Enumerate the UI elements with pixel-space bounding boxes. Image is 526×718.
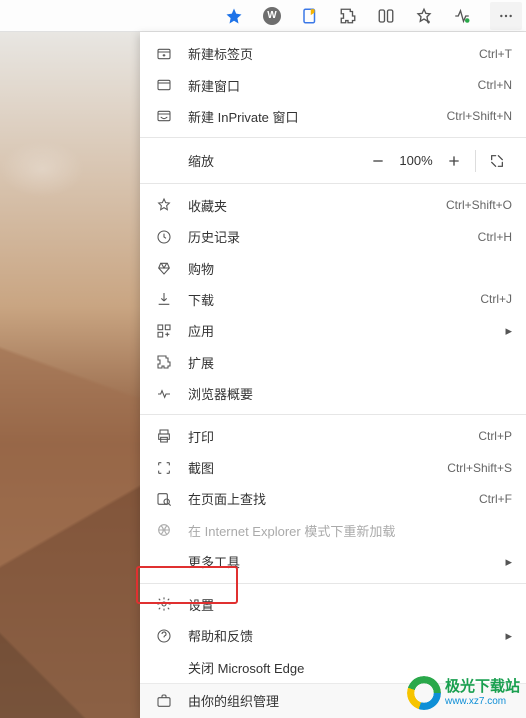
find-icon bbox=[154, 489, 174, 509]
split-screen-icon[interactable] bbox=[376, 6, 396, 26]
menu-label: 新建标签页 bbox=[188, 44, 479, 63]
menu-print[interactable]: 打印 Ctrl+P bbox=[140, 420, 526, 451]
history-icon bbox=[154, 227, 174, 247]
favorites-star-icon[interactable] bbox=[414, 6, 434, 26]
zoom-in-button[interactable] bbox=[439, 146, 469, 176]
menu-ie-mode: 在 Internet Explorer 模式下重新加载 bbox=[140, 515, 526, 546]
menu-shortcut: Ctrl+Shift+N bbox=[447, 109, 512, 123]
chevron-right-icon: ▸ bbox=[505, 554, 512, 570]
heartbeat-icon bbox=[154, 384, 174, 404]
menu-shopping[interactable]: 购物 bbox=[140, 252, 526, 283]
menu-label: 截图 bbox=[188, 458, 447, 477]
ie-icon bbox=[154, 520, 174, 540]
separator bbox=[140, 137, 526, 138]
menu-label: 在页面上查找 bbox=[188, 489, 479, 508]
menu-shortcut: Ctrl+F bbox=[479, 492, 512, 506]
menu-label: 购物 bbox=[188, 259, 512, 278]
menu-more-tools[interactable]: 更多工具 ▸ bbox=[140, 546, 526, 577]
wallet-icon[interactable]: W bbox=[262, 6, 282, 26]
menu-label: 浏览器概要 bbox=[188, 384, 512, 403]
screenshot-icon bbox=[154, 458, 174, 478]
menu-history[interactable]: 历史记录 Ctrl+H bbox=[140, 221, 526, 252]
inprivate-icon bbox=[154, 106, 174, 126]
star-icon[interactable] bbox=[224, 6, 244, 26]
downloads-icon bbox=[154, 289, 174, 309]
shopping-icon bbox=[154, 258, 174, 278]
menu-label: 设置 bbox=[188, 595, 512, 614]
menu-label: 扩展 bbox=[188, 353, 512, 372]
menu-close-edge[interactable]: 关闭 Microsoft Edge bbox=[140, 651, 526, 682]
separator bbox=[140, 583, 526, 584]
menu-shortcut: Ctrl+Shift+O bbox=[446, 198, 512, 212]
menu-label: 新建 InPrivate 窗口 bbox=[188, 107, 447, 126]
blank-icon bbox=[154, 657, 174, 677]
blank-icon bbox=[154, 552, 174, 572]
menu-label: 更多工具 bbox=[188, 552, 497, 571]
separator bbox=[140, 183, 526, 184]
menu-zoom: 缩放 100% bbox=[140, 143, 526, 178]
menu-shortcut: Ctrl+P bbox=[478, 429, 512, 443]
more-button[interactable] bbox=[490, 2, 522, 30]
separator bbox=[140, 414, 526, 415]
menu-label: 由你的组织管理 bbox=[188, 691, 512, 710]
menu-help[interactable]: 帮助和反馈 ▸ bbox=[140, 620, 526, 651]
browser-toolbar: W bbox=[0, 0, 526, 32]
menu-extensions[interactable]: 扩展 bbox=[140, 347, 526, 378]
extensions-icon[interactable] bbox=[338, 6, 358, 26]
menu-browser-essentials[interactable]: 浏览器概要 bbox=[140, 378, 526, 409]
menu-shortcut: Ctrl+J bbox=[480, 292, 512, 306]
menu-shortcut: Ctrl+N bbox=[478, 78, 512, 92]
divider bbox=[475, 150, 476, 172]
menu-downloads[interactable]: 下载 Ctrl+J bbox=[140, 284, 526, 315]
menu-apps[interactable]: 应用 ▸ bbox=[140, 315, 526, 346]
favorites-icon bbox=[154, 195, 174, 215]
chevron-right-icon: ▸ bbox=[505, 628, 512, 644]
menu-settings[interactable]: 设置 bbox=[140, 589, 526, 620]
menu-label: 新建窗口 bbox=[188, 76, 478, 95]
print-icon bbox=[154, 426, 174, 446]
menu-label: 收藏夹 bbox=[188, 196, 446, 215]
menu-new-window[interactable]: 新建窗口 Ctrl+N bbox=[140, 69, 526, 100]
menu-label: 应用 bbox=[188, 321, 497, 340]
help-icon bbox=[154, 626, 174, 646]
content-background bbox=[0, 32, 140, 718]
apps-icon bbox=[154, 321, 174, 341]
new-window-icon bbox=[154, 75, 174, 95]
collections-icon[interactable] bbox=[300, 6, 320, 26]
menu-label: 帮助和反馈 bbox=[188, 626, 497, 645]
zoom-value: 100% bbox=[393, 153, 439, 168]
briefcase-icon bbox=[154, 691, 174, 711]
zoom-label: 缩放 bbox=[154, 151, 363, 170]
menu-shortcut: Ctrl+T bbox=[479, 47, 512, 61]
performance-icon[interactable] bbox=[452, 6, 472, 26]
extensions-menu-icon bbox=[154, 352, 174, 372]
menu-label: 下载 bbox=[188, 290, 480, 309]
gear-icon bbox=[154, 594, 174, 614]
fullscreen-button[interactable] bbox=[482, 146, 512, 176]
menu-managed[interactable]: 由你的组织管理 bbox=[140, 683, 526, 718]
menu-new-tab[interactable]: 新建标签页 Ctrl+T bbox=[140, 38, 526, 69]
menu-shortcut: Ctrl+Shift+S bbox=[447, 461, 512, 475]
zoom-out-button[interactable] bbox=[363, 146, 393, 176]
menu-label: 关闭 Microsoft Edge bbox=[188, 658, 512, 677]
app-menu: 新建标签页 Ctrl+T 新建窗口 Ctrl+N 新建 InPrivate 窗口… bbox=[140, 32, 526, 718]
menu-shortcut: Ctrl+H bbox=[478, 230, 512, 244]
menu-label: 打印 bbox=[188, 427, 478, 446]
menu-screenshot[interactable]: 截图 Ctrl+Shift+S bbox=[140, 452, 526, 483]
chevron-right-icon: ▸ bbox=[505, 323, 512, 339]
menu-find[interactable]: 在页面上查找 Ctrl+F bbox=[140, 483, 526, 514]
new-tab-icon bbox=[154, 44, 174, 64]
menu-new-inprivate[interactable]: 新建 InPrivate 窗口 Ctrl+Shift+N bbox=[140, 101, 526, 132]
menu-label: 在 Internet Explorer 模式下重新加载 bbox=[188, 521, 512, 540]
menu-favorites[interactable]: 收藏夹 Ctrl+Shift+O bbox=[140, 189, 526, 220]
menu-label: 历史记录 bbox=[188, 227, 478, 246]
